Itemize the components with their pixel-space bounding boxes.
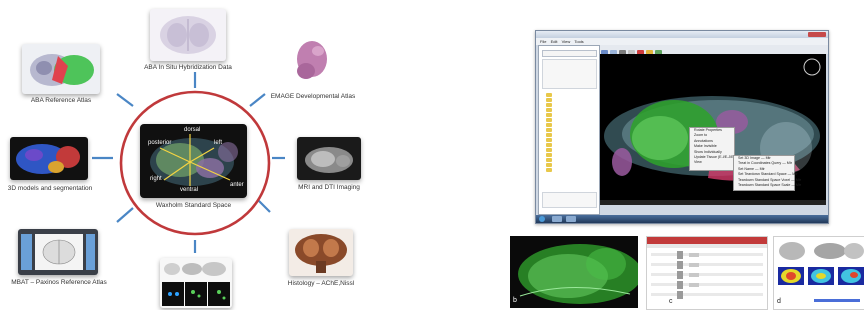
context-item-view[interactable]: View [690,160,734,165]
panel-c-image: c [646,236,768,310]
submenu-item[interactable]: Teardown Standard Space Scale — Mtr [734,183,801,188]
panel-label-d: d [777,298,781,305]
taskbar-app-icon[interactable] [566,216,576,222]
taskbar-app-icon[interactable] [552,216,562,222]
histology-image [289,229,353,276]
histology-label: Histology – AChE,Nissl [287,280,355,287]
center-label: Waxholm Standard Space [155,202,232,209]
structure-tree[interactable] [540,92,597,178]
mri-label: MRI and DTI Imaging [298,184,360,191]
waxholm-center-image: dorsal left posterior right ventral ante… [140,124,247,198]
mbat-label: MBAT – Paxinos Reference Atlas [11,279,107,286]
viewport-3d[interactable]: Rotate Properties Zoom to Annotations Ma… [600,54,826,205]
toolbar [600,45,828,57]
panel-b-image: b [510,236,638,308]
panel-label-b: b [513,297,517,304]
app-window: File Edit View Tools Rotate Properties Z… [535,30,829,224]
aba-ref-label: ABA Reference Atlas [30,97,92,104]
models3d-label: 3D models and segmentation [7,185,93,192]
mbat-image [18,229,98,275]
context-menu[interactable]: Rotate Properties Zoom to Annotations Ma… [689,127,739,171]
panel-c-subheader [647,244,767,248]
info-panel [542,59,597,89]
menu-bar: File Edit View Tools [536,38,828,45]
axis-label-ventral: ventral [180,187,199,193]
tree-item[interactable] [540,167,597,172]
aba-ref-image [22,44,100,94]
models3d-image [10,137,88,180]
emage-label: EMAGE Developmental Atlas [270,93,356,100]
search-box[interactable] [542,50,597,57]
title-bar [536,31,828,38]
panel-c-table [651,251,763,299]
submenu[interactable]: Set 3D Image — Mtr Treat in Coordinates … [733,155,801,191]
axis-label-right: right [150,176,162,182]
axis-label-left: left [214,140,223,146]
menu-view[interactable]: View [562,39,571,44]
panel-c-header [647,237,767,244]
folder-icon [546,168,552,172]
window-controls[interactable] [808,32,826,37]
mri-image [297,137,361,180]
axis-label-posterior: posterior [148,140,172,146]
panel-label-c: c [669,298,673,305]
bottom-data-image [160,258,232,308]
axis-label-anter: anter [230,182,244,188]
submenu-item[interactable]: Set Teardown Standard Space — Mtr [734,172,797,177]
taskbar [536,215,828,223]
emage-image [282,35,342,91]
menu-tools[interactable]: Tools [574,39,583,44]
axis-label-dorsal: dorsal [184,127,201,133]
menu-edit[interactable]: Edit [551,39,558,44]
aba-ish-label: ABA In Situ Hybridization Data [144,64,232,71]
menu-file[interactable]: File [540,39,546,44]
left-panel [538,45,600,215]
layer-list[interactable] [542,192,597,208]
aba-ish-image [150,9,226,61]
panel-d-image: d [773,236,864,310]
start-button[interactable] [539,216,545,222]
